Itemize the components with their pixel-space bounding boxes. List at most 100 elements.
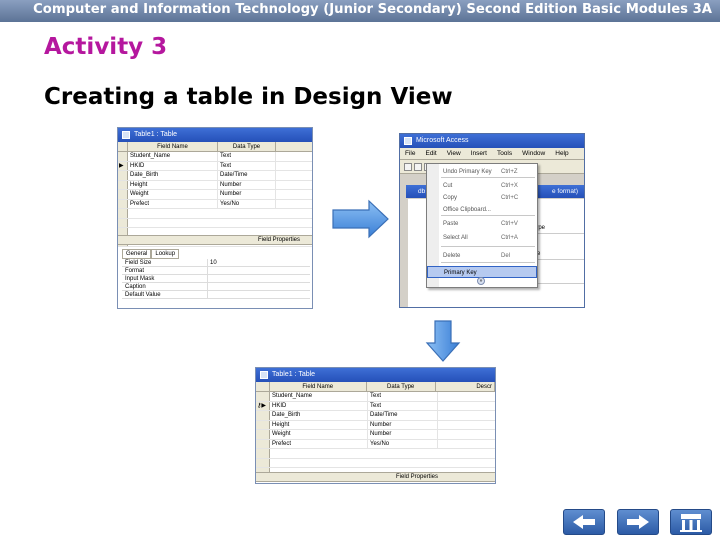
row-selector[interactable]: [256, 392, 270, 401]
row-selector[interactable]: [256, 439, 270, 448]
field-name-cell[interactable]: Prefect: [128, 199, 218, 208]
field-name-cell[interactable]: Weight: [270, 430, 368, 439]
empty-row[interactable]: [118, 209, 312, 219]
home-icon: [680, 514, 702, 532]
data-type-cell[interactable]: Number: [368, 420, 438, 429]
empty-row[interactable]: [256, 458, 495, 468]
row-selector[interactable]: [118, 190, 128, 199]
data-type-cell[interactable]: Text: [368, 392, 438, 401]
empty-row[interactable]: [118, 218, 312, 228]
data-type-cell[interactable]: Yes/No: [368, 439, 438, 448]
data-type-cell[interactable]: Number: [368, 430, 438, 439]
field-properties-label: Field Properties: [118, 235, 312, 245]
data-type-cell[interactable]: Date/Time: [368, 411, 438, 420]
table-row[interactable]: Prefect Yes/No: [256, 439, 495, 449]
field-name-cell[interactable]: Prefect: [270, 439, 368, 448]
column-header-field-name: Field Name: [128, 142, 218, 151]
field-name-cell[interactable]: HKID: [128, 161, 218, 170]
row-selector[interactable]: ⚷▶: [256, 401, 270, 410]
property-row[interactable]: Field Size 10: [122, 259, 310, 267]
property-value[interactable]: [208, 283, 210, 290]
property-value[interactable]: [208, 267, 210, 274]
row-selector[interactable]: [256, 449, 270, 458]
row-selector[interactable]: ▶: [118, 161, 128, 170]
property-row[interactable]: Caption: [122, 283, 310, 291]
row-selector[interactable]: [118, 199, 128, 208]
row-selector[interactable]: [256, 420, 270, 429]
data-type-cell[interactable]: Date/Time: [218, 171, 276, 180]
home-button[interactable]: [670, 509, 712, 535]
tab-lookup[interactable]: Lookup: [151, 249, 180, 259]
toolbar-button-icon[interactable]: [414, 163, 422, 171]
menu-item-cut[interactable]: Cut Ctrl+X: [427, 180, 537, 192]
table-row[interactable]: Weight Number: [256, 430, 495, 440]
field-name-cell[interactable]: Date_Birth: [128, 171, 218, 180]
left-arrow-icon: [573, 515, 595, 529]
data-type-cell[interactable]: Number: [218, 180, 276, 189]
data-type-cell[interactable]: Text: [218, 161, 276, 170]
property-value[interactable]: 10: [208, 259, 217, 266]
column-header-field-name: Field Name: [270, 382, 367, 391]
field-name-cell[interactable]: Height: [128, 180, 218, 189]
table-row[interactable]: ⚷▶ HKID Text: [256, 401, 495, 411]
menu-item-help[interactable]: Help: [550, 148, 573, 159]
menu-item-edit[interactable]: Edit: [420, 148, 441, 159]
property-row[interactable]: Input Mask: [122, 275, 310, 283]
menu-item-delete[interactable]: Delete Del: [427, 250, 537, 262]
previous-slide-button[interactable]: [563, 509, 605, 535]
field-name-cell[interactable]: Date_Birth: [270, 411, 368, 420]
row-selector[interactable]: [118, 180, 128, 189]
empty-row[interactable]: [256, 449, 495, 459]
data-type-cell[interactable]: Yes/No: [218, 199, 276, 208]
data-type-cell[interactable]: Text: [218, 152, 276, 161]
property-value[interactable]: [208, 275, 210, 282]
row-selector[interactable]: [256, 458, 270, 467]
menu-item-label: Delete: [443, 253, 461, 259]
row-selector[interactable]: [118, 218, 128, 227]
menu-item-window[interactable]: Window: [517, 148, 550, 159]
data-type-cell[interactable]: Number: [218, 190, 276, 199]
menu-item-file[interactable]: File: [400, 148, 420, 159]
access-key-icon: [404, 137, 412, 145]
right-arrow-icon: [627, 515, 649, 529]
property-value[interactable]: [208, 291, 210, 298]
menu-item-paste[interactable]: Paste Ctrl+V: [427, 218, 537, 230]
table-row[interactable]: Date_Birth Date/Time: [256, 411, 495, 421]
field-name-cell[interactable]: Student_Name: [270, 392, 368, 401]
row-selector[interactable]: [256, 411, 270, 420]
design-grid-header: Field Name Data Type: [118, 142, 312, 152]
tab-general[interactable]: General: [122, 249, 152, 259]
menu-item-select-all[interactable]: Select All Ctrl+A: [427, 232, 537, 244]
data-type-cell[interactable]: Text: [368, 401, 438, 410]
right-arrow-icon: [332, 199, 389, 239]
property-row[interactable]: Format: [122, 267, 310, 275]
table-row[interactable]: ▶ HKID Text: [118, 161, 312, 171]
menu-item-tools[interactable]: Tools: [492, 148, 517, 159]
row-selector[interactable]: [118, 171, 128, 180]
expand-menu-icon[interactable]: »: [477, 277, 485, 285]
banner-title: Computer and Information Technology (Jun…: [33, 2, 712, 17]
next-slide-button[interactable]: [617, 509, 659, 535]
row-selector[interactable]: [118, 152, 128, 161]
table-row[interactable]: Height Number: [118, 180, 312, 190]
menu-item-insert[interactable]: Insert: [466, 148, 492, 159]
field-name-cell[interactable]: HKID: [270, 401, 368, 410]
window-title: Table1 : Table: [134, 131, 178, 138]
table-row[interactable]: Prefect Yes/No: [118, 199, 312, 209]
table-row[interactable]: Date_Birth Date/Time: [118, 171, 312, 181]
field-name-cell[interactable]: Student_Name: [128, 152, 218, 161]
table-row[interactable]: Student_Name Text: [118, 152, 312, 162]
field-name-cell[interactable]: Weight: [128, 190, 218, 199]
property-row[interactable]: Default Value: [122, 291, 310, 299]
row-selector[interactable]: [256, 430, 270, 439]
table-row[interactable]: Student_Name Text: [256, 392, 495, 402]
menu-item-copy[interactable]: Copy Ctrl+C: [427, 192, 537, 204]
table-row[interactable]: Weight Number: [118, 190, 312, 200]
row-selector[interactable]: [118, 209, 128, 218]
toolbar-button-icon[interactable]: [404, 163, 412, 171]
activity-title: Activity 3: [44, 34, 168, 60]
menu-item-view[interactable]: View: [442, 148, 466, 159]
menu-item-shortcut: Ctrl+A: [501, 235, 518, 241]
table-row[interactable]: Height Number: [256, 420, 495, 430]
field-name-cell[interactable]: Height: [270, 420, 368, 429]
